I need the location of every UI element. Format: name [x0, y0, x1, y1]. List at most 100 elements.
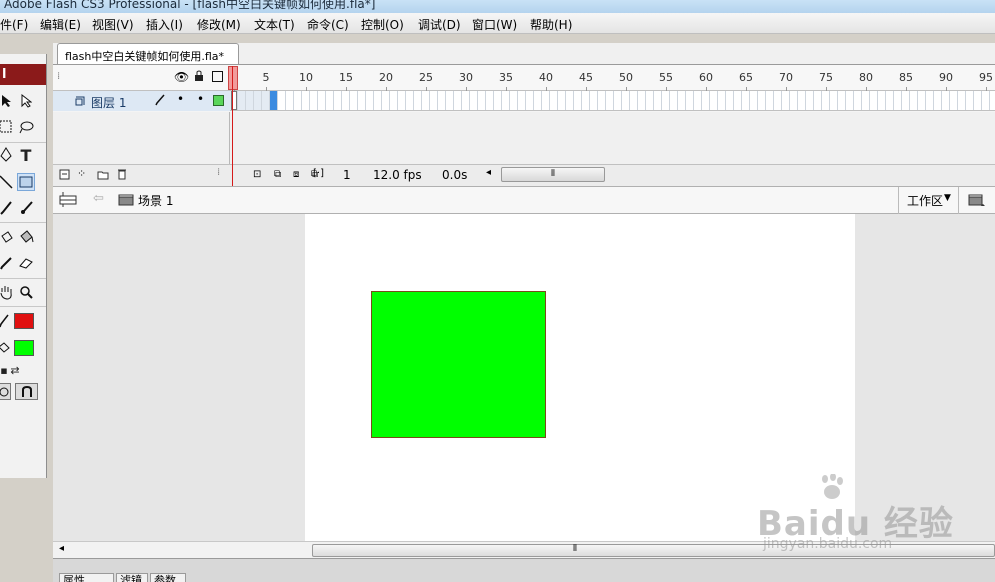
menu-commands[interactable]: 命令(C) — [307, 16, 349, 33]
frame-number: 70 — [779, 71, 793, 84]
onion-skin-icon[interactable]: ⧉ — [274, 169, 281, 180]
splitter-grip[interactable]: ⁞ — [217, 167, 220, 178]
scroll-left-arrow[interactable]: ◂ — [59, 543, 64, 554]
delete-layer-icon[interactable] — [117, 168, 127, 183]
scene-clapper-icon — [118, 193, 134, 209]
edit-bar: ⇦ 场景 1 工作区 ▼ — [53, 186, 995, 215]
layer-name[interactable]: 图层 1 — [91, 94, 126, 111]
center-frame-icon[interactable]: ⊡ — [253, 169, 261, 180]
timeline-scrollbar-thumb[interactable]: ⦀ — [501, 167, 605, 182]
edit-scene-icon[interactable] — [968, 193, 986, 210]
selected-frame[interactable] — [270, 91, 277, 110]
tool-separator — [0, 142, 46, 143]
menu-insert[interactable]: 插入(I) — [146, 16, 183, 33]
layer-lock-dot[interactable]: • — [197, 92, 204, 106]
chevron-down-icon[interactable]: ▼ — [944, 193, 951, 203]
window-title: Adobe Flash CS3 Professional - [flash中空白… — [4, 0, 376, 11]
ink-bottle-tool-icon[interactable] — [0, 228, 15, 246]
frame-number: 90 — [939, 71, 953, 84]
selection-tool-icon[interactable] — [0, 92, 15, 110]
hand-tool-icon[interactable] — [0, 283, 15, 301]
tab-properties[interactable]: 属性 — [59, 573, 114, 582]
frame-number: 95 — [979, 71, 993, 84]
scene-name[interactable]: 场景 1 — [138, 192, 173, 209]
tools-panel: l T ▪ ⇄ — [0, 54, 47, 478]
menu-edit[interactable]: 编辑(E) — [40, 16, 81, 33]
frame-number: 15 — [339, 71, 353, 84]
line-tool-icon[interactable] — [0, 173, 15, 191]
playhead-handle[interactable] — [228, 66, 238, 90]
eraser-tool-icon[interactable] — [17, 254, 35, 272]
show-hide-eye-icon[interactable]: 👁 — [174, 70, 189, 84]
layer-outline-color[interactable] — [213, 95, 224, 106]
insert-folder-icon[interactable] — [97, 169, 109, 183]
edit-bar-divider — [958, 187, 959, 215]
frame-ruler[interactable]: 15101520253035404550556065707580859095 — [230, 65, 995, 91]
rectangle-tool-icon[interactable] — [17, 173, 35, 191]
tool-separator — [0, 278, 46, 279]
layer-row[interactable]: 图层 1 • • — [53, 91, 230, 111]
outline-toggle-icon[interactable] — [212, 71, 223, 82]
text-tool-icon[interactable]: T — [17, 146, 35, 165]
tool-separator — [0, 222, 46, 223]
tab-filters[interactable]: 滤镜 — [116, 573, 148, 582]
snap-magnet-icon[interactable] — [15, 383, 38, 400]
frame-number: 35 — [499, 71, 513, 84]
insert-layer-icon[interactable] — [59, 169, 70, 183]
object-drawing-icon[interactable] — [0, 383, 11, 400]
timeline-toggle-icon[interactable] — [59, 191, 77, 210]
frame-number: 65 — [739, 71, 753, 84]
tab-parameters[interactable]: 参数 — [150, 573, 186, 582]
layer-visible-dot[interactable]: • — [177, 92, 184, 106]
paint-bucket-tool-icon[interactable] — [17, 228, 35, 246]
workspace-label[interactable]: 工作区 — [907, 192, 943, 209]
onion-skin-outlines-icon[interactable]: ⧈ — [293, 169, 299, 180]
menu-view[interactable]: 视图(V) — [92, 16, 134, 33]
timeline-grip-icon[interactable]: ⁞ — [57, 71, 60, 82]
timeline-status-bar: ⁘ ⁞ ⊡ ⧉ ⧈ ⧉ [·] 1 12.0 fps 0.0s ◂ ⦀ — [53, 164, 995, 186]
menu-text[interactable]: 文本(T) — [254, 16, 295, 33]
window-title-bar: Adobe Flash CS3 Professional - [flash中空白… — [0, 0, 995, 13]
fill-color-swatch[interactable] — [14, 340, 34, 356]
menu-debug[interactable]: 调试(D) — [418, 16, 461, 33]
baidu-watermark: Baidu 经验 jingyan.baidu.com — [757, 474, 953, 554]
subselection-tool-icon[interactable] — [17, 92, 35, 110]
menu-file[interactable]: 件(F) — [0, 16, 28, 33]
document-tab[interactable]: flash中空白关键帧如何使用.fla* — [57, 43, 239, 65]
stroke-color-swatch[interactable] — [14, 313, 34, 329]
zoom-tool-icon[interactable] — [17, 283, 35, 301]
green-rectangle-shape[interactable] — [371, 291, 546, 438]
frame-number: 80 — [859, 71, 873, 84]
menu-bar: 件(F) 编辑(E) 视图(V) 插入(I) 修改(M) 文本(T) 命令(C)… — [0, 13, 995, 34]
timeline-header: ⁞ 👁 151015202530354045505560657075808590… — [53, 65, 995, 91]
add-motion-guide-icon[interactable]: ⁘ — [77, 167, 86, 180]
pen-tool-icon[interactable] — [0, 146, 15, 164]
menu-window[interactable]: 窗口(W) — [472, 16, 517, 33]
layer-type-icon — [74, 95, 86, 110]
menu-control[interactable]: 控制(O) — [361, 16, 404, 33]
frame-number: 5 — [262, 71, 270, 84]
menu-modify[interactable]: 修改(M) — [197, 16, 241, 33]
lasso-tool-icon[interactable] — [17, 118, 35, 136]
eyedropper-tool-icon[interactable] — [0, 254, 15, 272]
properties-panel-strip: 属性 滤镜 参数 — [53, 558, 995, 582]
swap-colors-icon[interactable]: ⇄ — [6, 361, 24, 379]
tool-separator — [0, 306, 46, 307]
pencil-tool-icon[interactable] — [0, 199, 15, 217]
menu-help[interactable]: 帮助(H) — [530, 16, 572, 33]
frame-number: 85 — [899, 71, 913, 84]
lock-icon[interactable] — [194, 70, 204, 84]
scroll-left-arrow[interactable]: ◂ — [486, 167, 491, 178]
elapsed-time: 0.0s — [442, 168, 468, 182]
layer-frames[interactable] — [230, 91, 995, 111]
timeline-panel: ⁞ 👁 151015202530354045505560657075808590… — [53, 64, 995, 186]
modify-onion-markers-icon[interactable]: [·] — [313, 168, 324, 179]
watermark-url: jingyan.baidu.com — [763, 536, 893, 552]
brush-tool-icon[interactable] — [17, 199, 35, 217]
frame-number: 30 — [459, 71, 473, 84]
free-transform-tool-icon[interactable] — [0, 118, 15, 136]
tools-panel-header[interactable]: l — [0, 64, 46, 85]
back-arrow-icon[interactable]: ⇦ — [93, 191, 104, 206]
frame-rate[interactable]: 12.0 fps — [373, 168, 422, 182]
edit-bar-divider — [898, 187, 899, 215]
